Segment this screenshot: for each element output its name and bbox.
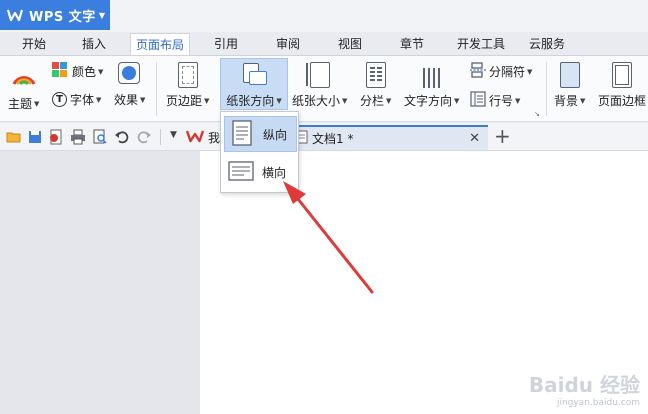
watermark: Baidu 经验 jingyan.baidu.com xyxy=(529,369,640,408)
watermark-sub: jingyan.baidu.com xyxy=(556,398,640,408)
watermark-main: Baidu 经验 xyxy=(528,373,640,397)
annotation-arrow xyxy=(283,181,374,294)
